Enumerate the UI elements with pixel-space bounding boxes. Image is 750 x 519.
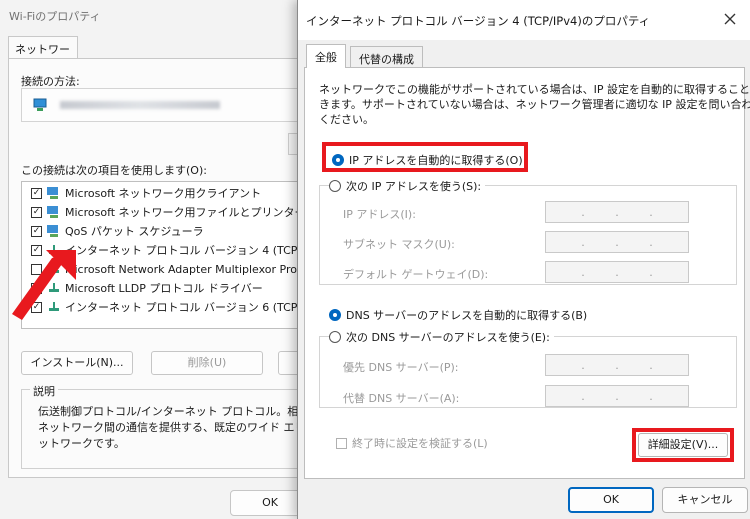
description-title: 説明 [30,383,58,399]
item-label: Microsoft Network Adapter Multiplexor Pr… [65,262,302,276]
manual-ip-label: 次の IP アドレスを使う(S): [346,180,482,193]
adapter-field [21,88,301,122]
auto-dns-radio[interactable]: DNS サーバーのアドレスを自動的に取得する(B) [329,307,587,323]
remove-button[interactable]: 削除(U) [151,351,263,375]
preferred-dns-label: 優先 DNS サーバー(P): [343,361,459,374]
tab-network[interactable]: ネットワーク [8,36,78,72]
window-title: Wi-Fiのプロパティ [9,10,101,23]
file-share-icon [47,206,58,218]
ip-address-field[interactable]: ... [545,201,689,223]
validate-label: 終了時に設定を検証する(L) [352,437,488,450]
dialog-title: インターネット プロトコル バージョン 4 (TCP/IPv4)のプロパティ [306,14,651,28]
cancel-button[interactable]: キャンセル [662,487,748,513]
network-adapter-icon [33,98,47,111]
manual-ip-radio[interactable]: 次の IP アドレスを使う(S): [329,178,486,194]
list-item[interactable]: ✓ Microsoft ネットワーク用クライアント [22,184,302,202]
list-item[interactable]: ✓ QoS パケット スケジューラ [22,222,302,240]
highlight-box-auto-ip [322,142,528,172]
item-label: インターネット プロトコル バージョン 6 (TCP/IPv6) [65,301,303,314]
tab-general[interactable]: 全般 [306,44,346,68]
item-checkbox[interactable]: ✓ [31,225,42,237]
subnet-label: サブネット マスク(U): [343,238,455,251]
radio-unselected-icon [329,331,341,343]
validate-on-exit-checkbox[interactable]: 終了時に設定を検証する(L) [336,435,488,451]
connect-using-label: 接続の方法: [21,75,80,88]
checkbox-box [336,437,347,449]
auto-dns-label: DNS サーバーのアドレスを自動的に取得する(B) [346,309,588,322]
description-text: 伝送制御プロトコル/インターネット プロトコル。相互接続 ネットワーク間の通信を… [38,405,303,450]
manual-dns-label: 次の DNS サーバーのアドレスを使う(E): [346,331,550,344]
highlight-box-advanced [632,428,734,462]
item-label: Microsoft ネットワーク用ファイルとプリンター共有 [65,206,303,219]
item-checkbox[interactable]: ✓ [31,206,42,218]
red-arrow-annotation [12,250,76,320]
alternate-dns-label: 代替 DNS サーバー(A): [343,392,460,405]
adapter-name-blurred [60,101,220,109]
network-client-icon [47,187,58,199]
list-item[interactable]: ✓ Microsoft ネットワーク用ファイルとプリンター共有 [22,203,302,221]
item-label: QoS パケット スケジューラ [65,225,204,238]
qos-icon [47,225,58,237]
tab-alternate-config[interactable]: 代替の構成 [350,46,423,68]
item-label: Microsoft LLDP プロトコル ドライバー [65,282,263,295]
item-label: Microsoft ネットワーク用クライアント [65,187,262,200]
manual-dns-radio[interactable]: 次の DNS サーバーのアドレスを使う(E): [329,329,554,345]
install-button[interactable]: インストール(N)... [21,351,133,375]
alternate-dns-field[interactable]: ... [545,385,689,407]
item-label: インターネット プロトコル バージョン 4 (TCP/IPv4) [65,244,303,257]
items-label: この接続は次の項目を使用します(O): [21,164,207,177]
intro-text: ネットワークでこの機能がサポートされている場合は、IP 設定を自動的に取得するこ… [319,83,750,126]
dialog-titlebar: インターネット プロトコル バージョン 4 (TCP/IPv4)のプロパティ [298,0,750,40]
general-panel: ネットワークでこの機能がサポートされている場合は、IP 設定を自動的に取得するこ… [304,67,750,479]
ipv4-properties-dialog: インターネット プロトコル バージョン 4 (TCP/IPv4)のプロパティ 全… [297,0,750,519]
subnet-field[interactable]: ... [545,231,689,253]
ok-button[interactable]: OK [568,487,654,513]
ip-address-label: IP アドレス(I): [343,208,416,221]
radio-unselected-icon [329,180,341,192]
description-group: 説明 伝送制御プロトコル/インターネット プロトコル。相互接続 ネットワーク間の… [21,383,303,469]
gateway-label: デフォルト ゲートウェイ(D): [343,268,489,281]
close-icon[interactable] [723,12,737,26]
radio-selected-icon [329,309,341,321]
gateway-field[interactable]: ... [545,261,689,283]
preferred-dns-field[interactable]: ... [545,354,689,376]
item-checkbox[interactable]: ✓ [31,187,42,199]
